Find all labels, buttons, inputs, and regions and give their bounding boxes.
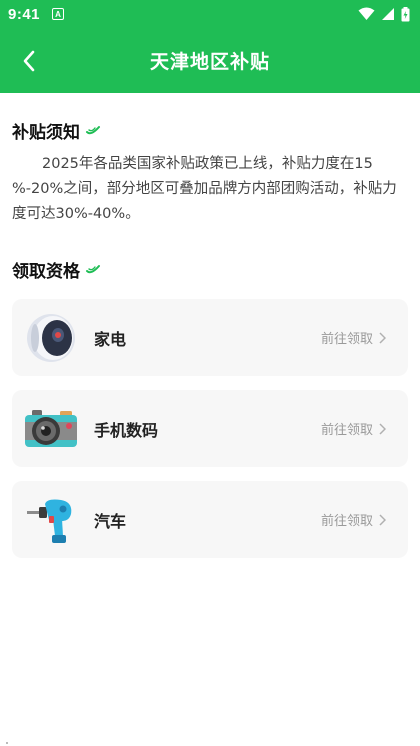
page-title: 天津地区补贴 <box>149 51 270 73</box>
back-button[interactable] <box>14 46 44 76</box>
claim-label: 前往领取 <box>320 332 373 347</box>
check-swoosh-icon <box>86 264 100 273</box>
status-bar: 9:41 A <box>0 0 420 28</box>
robot-vacuum-icon <box>24 311 78 365</box>
item-label: 家电 <box>94 329 127 349</box>
divider-dot <box>6 742 8 744</box>
battery-icon <box>401 6 410 21</box>
claim-link[interactable]: 前往领取 <box>321 510 386 529</box>
chevron-right-icon <box>379 331 386 344</box>
wifi-icon <box>358 7 375 20</box>
check-swoosh-icon <box>86 125 100 134</box>
notice-title: 补贴须知 <box>12 123 80 143</box>
eligibility-section-title: 领取资格 <box>12 257 101 282</box>
item-label: 汽车 <box>94 511 127 531</box>
eligibility-item-digital[interactable]: 手机数码 前往领取 <box>12 390 408 467</box>
eligibility-title: 领取资格 <box>12 262 80 282</box>
claim-link[interactable]: 前往领取 <box>321 328 386 347</box>
claim-label: 前往领取 <box>320 514 373 529</box>
eligibility-item-appliances[interactable]: 家电 前往领取 <box>12 299 408 376</box>
app-header: 天津地区补贴 <box>0 28 420 93</box>
chevron-right-icon <box>379 422 386 435</box>
chevron-right-icon <box>379 513 386 526</box>
claim-label: 前往领取 <box>320 423 373 438</box>
item-label: 手机数码 <box>94 420 159 440</box>
notification-badge: A <box>52 8 65 20</box>
status-icons <box>358 6 410 22</box>
eligibility-item-cars[interactable]: 汽车 前往领取 <box>12 481 408 558</box>
status-time: 9:41 <box>8 5 41 23</box>
camera-icon <box>24 402 78 456</box>
notice-section-title: 补贴须知 <box>12 118 101 143</box>
signal-icon <box>382 8 394 20</box>
chevron-left-icon <box>23 50 35 72</box>
notice-text: 2025年各品类国家补贴政策已上线，补贴力度在15 %-20%之间，部分地区可叠… <box>12 156 397 222</box>
power-drill-icon <box>24 493 78 547</box>
claim-link[interactable]: 前往领取 <box>321 419 386 438</box>
